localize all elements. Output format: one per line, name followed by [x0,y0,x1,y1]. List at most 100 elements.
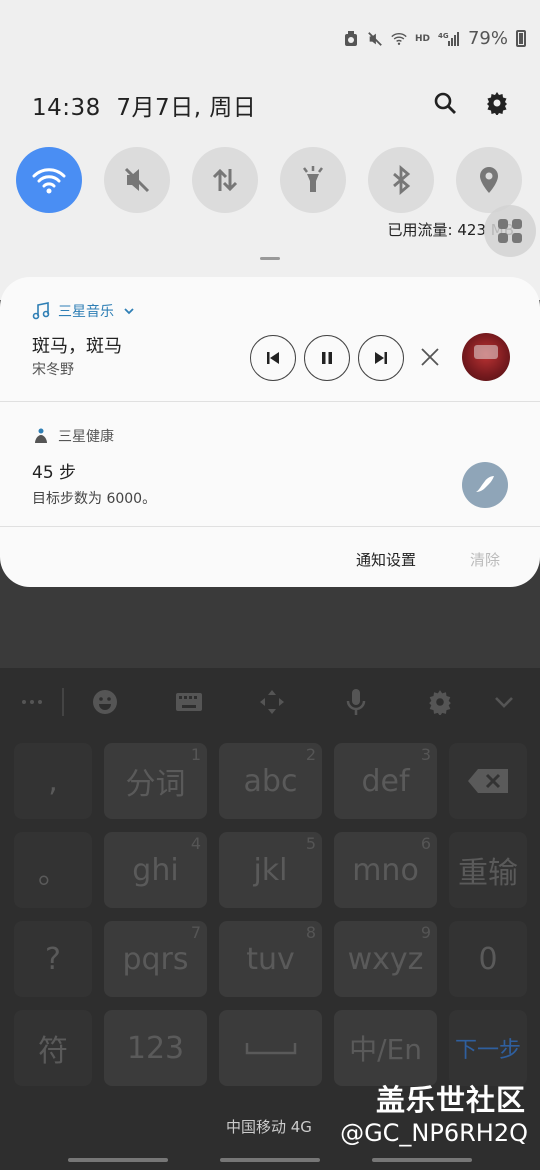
keyboard-toolbar [0,688,540,724]
key-label: tuv [246,941,295,977]
nav-back[interactable] [372,1158,472,1162]
step-goal: 目标步数为 6000。 [32,491,157,507]
footer-divider [0,526,540,527]
key-符[interactable]: 符 [14,1010,92,1086]
key-label: jkl [253,852,288,888]
mute-speaker-icon [124,167,150,193]
pause-icon [322,352,332,364]
key-number: 2 [305,745,316,764]
chevron-down-icon[interactable] [122,304,136,318]
key-number: 7 [190,923,201,942]
key-123[interactable]: 123 [104,1010,207,1086]
key-label: ghi [132,852,179,888]
more-icon[interactable] [18,688,46,716]
next-track-button[interactable] [358,335,404,381]
key-label: def [361,763,410,799]
notification-divider [0,401,540,402]
skip-next-icon [375,352,387,364]
shoe-icon [476,476,494,492]
key-分词[interactable]: 1 分词 [104,743,207,819]
backspace-key[interactable] [449,743,527,819]
health-app-header[interactable]: 三星健康 [32,426,114,446]
album-art[interactable] [462,333,510,381]
key-jkl[interactable]: 5 jkl [219,832,322,908]
key-label: ? [45,941,61,977]
collapse-chevron-icon[interactable] [490,688,518,716]
grid-icon [498,219,522,243]
key-label: 中/En [349,1033,422,1066]
close-music-button[interactable] [418,345,442,369]
flashlight-toggle[interactable] [280,147,346,213]
key-label: 0 [478,941,498,977]
panel-tools [432,90,510,116]
shoe-action-button[interactable] [462,462,508,508]
sound-toggle[interactable] [104,147,170,213]
key-label: 分词 [125,767,186,802]
music-app-header[interactable]: 三星音乐 [32,301,136,321]
space-bar-icon [245,1043,296,1055]
key-tuv[interactable]: 8 tuv [219,921,322,997]
bluetooth-toggle[interactable] [368,147,434,213]
key-number: 3 [420,745,431,764]
key-mno[interactable]: 6 mno [334,832,437,908]
music-app-name: 三星音乐 [58,304,114,320]
song-artist: 宋冬野 [32,362,74,378]
wifi-status-icon [391,31,407,47]
watermark-title: 盖乐世社区 [375,1083,526,1117]
key-label: 。 [38,856,68,891]
nav-recents[interactable] [68,1158,168,1162]
backspace-icon [468,769,508,793]
emoji-icon[interactable] [91,688,119,716]
nav-home[interactable] [220,1158,320,1162]
microphone-icon[interactable] [342,688,370,716]
mobile-data-toggle[interactable] [192,147,258,213]
data-transfer-icon [212,168,238,192]
notification-card: 三星音乐 斑马，斑马 宋冬野 三星健康 45 步 目标步数为 6000。 通知设… [0,277,540,587]
health-app-name: 三星健康 [58,429,114,445]
svg-text:4G: 4G [438,32,449,40]
pause-button[interactable] [304,335,350,381]
key-中/En[interactable]: 中/En [334,1010,437,1086]
watermark-handle: @GC_NP6RH2Q [340,1119,528,1147]
key-label: 123 [126,1030,185,1066]
mute-icon [367,31,383,47]
key-wxyz[interactable]: 9 wxyz [334,921,437,997]
clock-date: 14:38 7月7日, 周日 [32,88,256,122]
location-toggle[interactable] [456,147,522,213]
flashlight-icon [303,166,323,192]
dimmed-background [0,587,540,668]
signal-icon: 4G [438,31,460,47]
key-ghi[interactable]: 4 ghi [104,832,207,908]
notification-settings-button[interactable]: 通知设置 [356,549,416,570]
key-def[interactable]: 3 def [334,743,437,819]
key-下一步[interactable]: 下一步 [449,1010,527,1086]
key-重输[interactable]: 重输 [449,832,527,908]
clear-button[interactable]: 清除 [470,549,500,570]
settings-gear-icon[interactable] [484,90,510,116]
panel-drag-handle[interactable] [260,257,280,260]
key-pqrs[interactable]: 7 pqrs [104,921,207,997]
space-key[interactable] [219,1010,322,1086]
key-label: 下一步 [454,1038,521,1063]
quick-panel: HD 4G 79% 14:38 7月7日, 周日 已用流量: 423 MB [0,0,540,300]
key-?[interactable]: ? [14,921,92,997]
grid-menu-button[interactable] [484,205,536,257]
key-number: 1 [190,745,201,764]
key-0[interactable]: 0 [449,921,527,997]
keyboard-settings-icon[interactable] [426,688,454,716]
keyboard-icon[interactable] [175,688,203,716]
move-cursor-icon[interactable] [258,688,286,716]
key-label: mno [352,852,419,888]
key-,[interactable]: , [14,743,92,819]
carrier-label: 中国移动 4G [226,1118,312,1136]
step-count: 45 步 [32,463,77,483]
wifi-toggle[interactable] [16,147,82,213]
key-number: 4 [190,834,201,853]
search-icon[interactable] [432,90,458,116]
music-note-icon [32,302,50,320]
bluetooth-icon [393,164,411,196]
song-title: 斑马，斑马 [32,336,122,357]
key-abc[interactable]: 2 abc [219,743,322,819]
key-。[interactable]: 。 [14,832,92,908]
previous-track-button[interactable] [250,335,296,381]
